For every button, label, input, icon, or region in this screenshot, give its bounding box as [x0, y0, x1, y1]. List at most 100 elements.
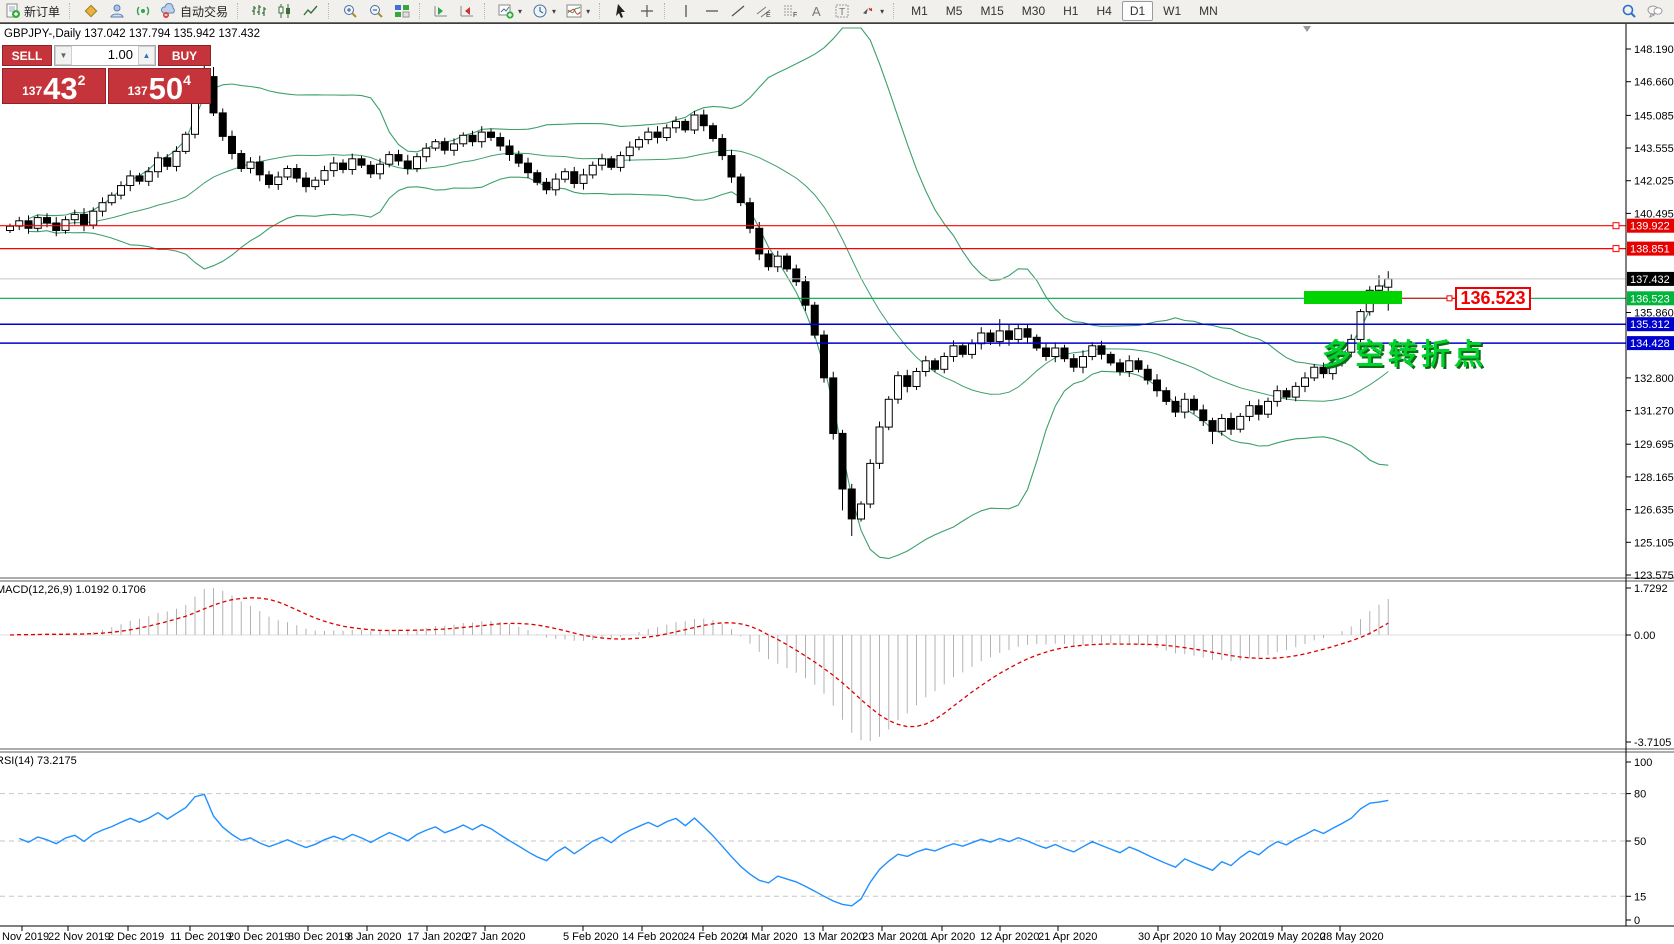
- trendline-button[interactable]: [726, 1, 750, 21]
- new-chart-button-dropdown-icon[interactable]: ▾: [518, 7, 522, 16]
- timeframe-mn[interactable]: MN: [1191, 1, 1226, 21]
- zoom-out-button[interactable]: [364, 1, 388, 21]
- buy-price-big: 50: [149, 76, 183, 102]
- price-chart[interactable]: 148.190146.660145.085143.555142.025140.4…: [0, 0, 1674, 944]
- label-button[interactable]: T: [830, 1, 854, 21]
- indicators-button[interactable]: ▾: [562, 1, 594, 21]
- tile-windows-button[interactable]: [390, 1, 414, 21]
- auto-scroll-button[interactable]: [455, 1, 479, 21]
- bollinger-bands: [29, 28, 1389, 559]
- sell-price-big: 43: [43, 76, 77, 102]
- svg-text:10 May 2020: 10 May 2020: [1200, 931, 1264, 943]
- macd-indicator-label: MACD(12,26,9) 1.0192 0.1706: [0, 584, 146, 596]
- navigator-button[interactable]: [105, 1, 129, 21]
- candlestick-button[interactable]: [273, 1, 297, 21]
- timeframe-w1[interactable]: W1: [1155, 1, 1189, 21]
- toolbar-group-pointer: [608, 0, 660, 22]
- new-chart-button[interactable]: ▾: [494, 1, 526, 21]
- svg-text:148.190: 148.190: [1634, 44, 1674, 56]
- signals-button[interactable]: [131, 1, 155, 21]
- fibo-icon: F: [782, 3, 798, 19]
- svg-text:135.312: 135.312: [1630, 319, 1670, 331]
- timeframe-m5[interactable]: M5: [938, 1, 971, 21]
- sell-price-prefix: 137: [22, 84, 42, 98]
- vline-icon: [678, 3, 694, 19]
- line-chart-button[interactable]: [299, 1, 323, 21]
- autotrading-button[interactable]: 自动交易: [157, 1, 232, 22]
- one-click-trading-panel: SELL ▼ 1.00 ▲ BUY 137 43 2 137 50 4: [2, 45, 211, 104]
- arrows-icon: [860, 3, 876, 19]
- clock-icon: [532, 3, 548, 19]
- cursor-icon: [613, 3, 629, 19]
- macd-signal-line: [10, 598, 1388, 727]
- tile-windows-icon: [394, 3, 410, 19]
- buy-price-prefix: 137: [128, 84, 148, 98]
- vertical-line-button[interactable]: [674, 1, 698, 21]
- rsi-axis: 1008050150: [1626, 757, 1652, 927]
- svg-text:22 Nov 2019: 22 Nov 2019: [48, 931, 110, 943]
- periods-button[interactable]: ▾: [528, 1, 560, 21]
- bar-chart-button[interactable]: [247, 1, 271, 21]
- fibonacci-button[interactable]: F: [778, 1, 802, 21]
- buy-price-box[interactable]: 137 50 4: [108, 68, 212, 104]
- svg-text:134.428: 134.428: [1630, 338, 1670, 350]
- svg-text:0: 0: [1634, 915, 1640, 927]
- periods-button-dropdown-icon[interactable]: ▾: [552, 7, 556, 16]
- time-axis[interactable]: Nov 201922 Nov 20192 Dec 201911 Dec 2019…: [2, 926, 1384, 943]
- horizontal-line-button[interactable]: [700, 1, 724, 21]
- timeframe-h1[interactable]: H1: [1055, 1, 1086, 21]
- svg-text:123.575: 123.575: [1634, 570, 1674, 582]
- bar-chart-icon: [251, 3, 267, 19]
- chart-annotation-text[interactable]: 多空转折点: [1322, 331, 1487, 373]
- sell-button[interactable]: SELL: [2, 45, 52, 66]
- equidistant-channel-button[interactable]: E: [752, 1, 776, 21]
- toolbar-group-objects: EFAT ▾: [673, 0, 889, 22]
- new-order-button[interactable]: 新订单: [1, 1, 64, 22]
- indicator-icon: [566, 3, 582, 19]
- volume-increase-button[interactable]: ▲: [138, 46, 155, 65]
- svg-text:14 Feb 2020: 14 Feb 2020: [622, 931, 684, 943]
- arrows-button[interactable]: ▾: [856, 1, 888, 21]
- hline-139.922[interactable]: [0, 223, 1626, 229]
- pane-separators: [0, 578, 1674, 926]
- chart-shift-button[interactable]: [429, 1, 453, 21]
- navigator-icon: [109, 3, 125, 19]
- volume-input[interactable]: 1.00: [72, 46, 138, 65]
- buy-price-sup: 4: [183, 72, 191, 88]
- hline-138.851[interactable]: [0, 246, 1626, 252]
- toolbar-group-new-objects: ▾ ▾ ▾: [493, 0, 595, 22]
- toolbar-separator: [893, 3, 900, 19]
- toolbar-separator: [664, 3, 671, 19]
- zoom-in-button[interactable]: [338, 1, 362, 21]
- sell-price-box[interactable]: 137 43 2: [2, 68, 106, 104]
- svg-text:138.851: 138.851: [1630, 244, 1670, 256]
- auto-scroll-icon: [459, 3, 475, 19]
- macd-axis: 1.72920.00-3.7105: [1626, 583, 1671, 749]
- arrows-button-dropdown-icon[interactable]: ▾: [880, 7, 884, 16]
- crosshair-button[interactable]: [635, 1, 659, 21]
- hline-icon: [704, 3, 720, 19]
- timeframe-m30[interactable]: M30: [1014, 1, 1053, 21]
- svg-text:139.922: 139.922: [1630, 221, 1670, 233]
- signal-icon: [135, 3, 151, 19]
- search-button[interactable]: [1617, 1, 1641, 21]
- svg-text:125.105: 125.105: [1634, 537, 1674, 549]
- text-button[interactable]: A: [804, 1, 828, 21]
- toolbar-separator: [328, 3, 335, 19]
- cursor-button[interactable]: [609, 1, 633, 21]
- timeframe-h4[interactable]: H4: [1088, 1, 1119, 21]
- candlesticks: [7, 63, 1392, 536]
- timeframe-d1[interactable]: D1: [1122, 1, 1153, 21]
- timeframe-m1[interactable]: M1: [903, 1, 936, 21]
- toolbar-group-order: 新订单: [0, 0, 65, 22]
- market-watch-button[interactable]: [79, 1, 103, 21]
- buy-button[interactable]: BUY: [158, 45, 211, 66]
- highlight-rectangle[interactable]: [1304, 291, 1402, 304]
- volume-decrease-button[interactable]: ▼: [55, 46, 72, 65]
- svg-text:145.085: 145.085: [1634, 110, 1674, 122]
- timeframe-m15[interactable]: M15: [972, 1, 1011, 21]
- indicators-button-dropdown-icon[interactable]: ▾: [586, 7, 590, 16]
- chat-button[interactable]: [1643, 1, 1667, 21]
- volume-stepper: ▼ 1.00 ▲: [54, 45, 156, 66]
- price-callout-label[interactable]: 136.523: [1455, 287, 1531, 310]
